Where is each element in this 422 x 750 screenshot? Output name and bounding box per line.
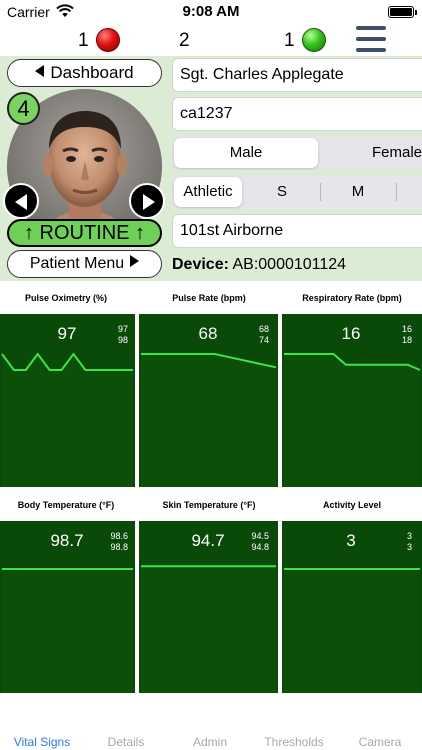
segment-divider — [320, 183, 321, 201]
range-bottom: 98 — [117, 335, 128, 345]
range-top: 68 — [258, 324, 269, 334]
dashboard-button-label: Dashboard — [50, 63, 134, 82]
vital-range: 33 — [372, 531, 412, 553]
red-status-dot-icon[interactable] — [96, 28, 120, 52]
green-status-dot-icon[interactable] — [302, 28, 326, 52]
range-bottom: 98.8 — [110, 542, 128, 552]
device-id: AB:0000101124 — [232, 256, 347, 273]
tab-camera[interactable]: Camera — [338, 735, 422, 749]
vital-label: Pulse Rate (bpm) — [172, 293, 246, 303]
range-bottom: 18 — [401, 335, 412, 345]
triage-status-button[interactable]: ↑ ROUTINE ↑ — [7, 219, 162, 247]
tab-bar: Vital Signs Details Admin Thresholds Cam… — [0, 693, 422, 750]
middle-count: 2 — [179, 30, 190, 51]
back-triangle-icon — [35, 65, 45, 77]
build-option-m[interactable]: M — [328, 177, 388, 207]
vital-range: 68 74 — [229, 324, 269, 346]
range-top: 98.6 — [110, 531, 128, 541]
trace-fill — [2, 569, 133, 694]
previous-patient-button[interactable] — [3, 183, 39, 219]
battery-tip-icon — [415, 10, 417, 15]
trace-fill — [141, 566, 276, 694]
respiratory-rate-tile[interactable]: 16 16 18 — [282, 314, 422, 487]
pulse-oximetry-tile[interactable]: 97 97 98 — [0, 314, 135, 487]
app-screen: Carrier 9:08 AM 1 2 1 Dashboard 4 ↑ ROUT… — [0, 0, 422, 750]
range-bottom: 3 — [406, 542, 412, 552]
build-option-s[interactable]: S — [252, 177, 312, 207]
battery-icon — [388, 6, 414, 18]
patient-id-field[interactable]: ca1237 — [172, 97, 422, 131]
vital-label: Skin Temperature (°F) — [162, 500, 256, 510]
vital-range: 94.5 94.8 — [229, 531, 269, 553]
tab-admin[interactable]: Admin — [168, 735, 252, 749]
range-bottom: 74 — [258, 335, 269, 345]
tab-vital-signs[interactable]: Vital Signs — [0, 735, 84, 749]
tab-thresholds[interactable]: Thresholds — [252, 735, 336, 749]
range-top: 94.5 — [251, 531, 269, 541]
vital-label: Body Temperature (°F) — [17, 500, 115, 510]
clock-time: 9:08 AM — [182, 3, 240, 20]
vital-range: 98.6 98.8 — [88, 531, 128, 553]
trace-fill — [284, 569, 420, 694]
trace-fill — [2, 354, 133, 487]
range-top: 97 — [117, 324, 128, 334]
green-count: 1 — [284, 30, 295, 51]
left-arrow-icon — [15, 194, 27, 210]
patient-menu-label: Patient Menu — [29, 255, 125, 272]
range-top: 16 — [401, 324, 412, 334]
hamburger-menu-icon[interactable] — [356, 26, 386, 54]
range-top: 3 — [406, 531, 412, 541]
red-count: 1 — [78, 30, 89, 51]
range-bottom: 94.8 — [251, 542, 269, 552]
patient-name-field[interactable]: Sgt. Charles Applegate — [172, 58, 422, 92]
next-patient-button[interactable] — [129, 183, 165, 219]
device-info: Device: AB:0000101124 — [172, 256, 346, 274]
build-option-athletic[interactable]: Athletic — [174, 177, 242, 207]
vital-range: 16 18 — [372, 324, 412, 346]
right-arrow-icon — [143, 194, 155, 210]
patient-info-panel: Dashboard 4 ↑ ROUTINE ↑ Patient Menu Sgt… — [0, 56, 422, 281]
pulse-rate-tile[interactable]: 68 68 74 — [139, 314, 278, 487]
priority-number-badge: 4 — [7, 92, 40, 125]
segment-divider — [396, 183, 397, 201]
sex-segmented-control: Male Female — [172, 136, 422, 170]
trace-fill — [284, 354, 420, 487]
forward-triangle-icon — [130, 255, 140, 267]
activity-level-tile[interactable]: 3 33 — [282, 521, 422, 694]
tab-details[interactable]: Details — [84, 735, 168, 749]
vital-label: Respiratory Rate (bpm) — [302, 293, 402, 303]
vital-label: Pulse Oximetry (%) — [24, 293, 108, 303]
trace-fill — [141, 354, 276, 487]
body-temperature-tile[interactable]: 98.7 98.6 98.8 — [0, 521, 135, 694]
build-segmented-control: Athletic S M — [172, 175, 422, 209]
sex-option-male[interactable]: Male — [174, 138, 318, 168]
vital-label: Activity Level — [322, 500, 382, 510]
unit-field[interactable]: 101st Airborne — [172, 214, 422, 248]
skin-temperature-tile[interactable]: 94.7 94.5 94.8 — [139, 521, 278, 694]
vital-range: 97 98 — [88, 324, 128, 346]
device-label: Device: — [172, 256, 229, 273]
status-bar: Carrier 9:08 AM — [0, 0, 422, 24]
sex-option-female[interactable]: Female — [342, 138, 422, 168]
patient-menu-button[interactable]: Patient Menu — [7, 250, 162, 278]
dashboard-button[interactable]: Dashboard — [7, 59, 162, 87]
